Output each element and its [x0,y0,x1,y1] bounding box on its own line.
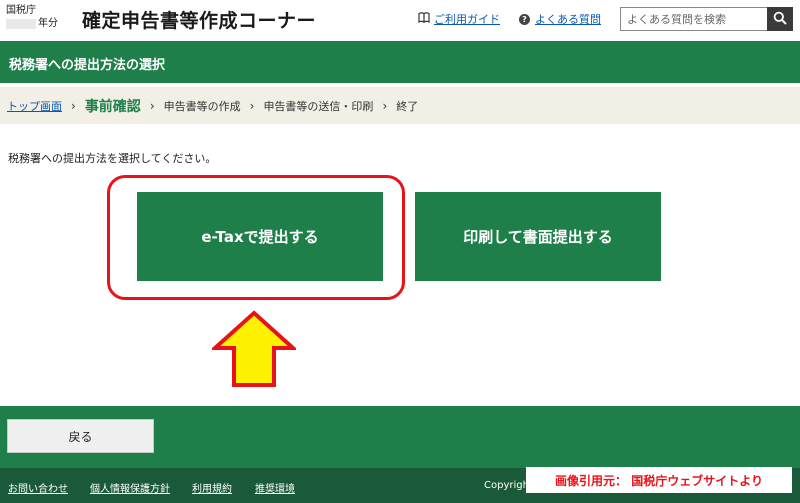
year-suffix: 年分 [38,18,58,29]
faq-search-input[interactable] [620,7,768,31]
agency-name: 国税庁 [6,5,36,16]
breadcrumb-step-create: 申告書等の作成 [163,99,241,113]
breadcrumb-current: 事前確認 [84,98,141,115]
print-submit-button[interactable]: 印刷して書面提出する [415,192,661,281]
back-button[interactable]: 戻る [7,419,154,453]
up-arrow-icon [212,310,296,387]
faq-link[interactable]: ? よくある質問 [519,11,601,27]
breadcrumb: トップ画面 › 事前確認 › 申告書等の作成 › 申告書等の送信・印刷 › 終了 [0,87,800,124]
image-credit: 画像引用元： 国税庁ウェブサイトより [526,467,792,493]
instruction-text: 税務署への提出方法を選択してください。 [8,152,217,165]
page: 国税庁 年分 確定申告書等作成コーナー ご利用ガイド ? よくある質問 税務署へ… [0,0,800,503]
book-icon [418,12,430,26]
breadcrumb-step-end: 終了 [396,99,419,113]
chevron-right-icon: › [249,98,255,113]
chevron-right-icon: › [382,98,388,113]
question-icon: ? [519,13,530,25]
chevron-right-icon: › [149,98,155,113]
footer-link-environment[interactable]: 推奨環境 [255,480,295,495]
footer-link-terms[interactable]: 利用規約 [192,480,232,495]
agency-logo: 国税庁 年分 [6,4,58,30]
search-button[interactable] [767,7,793,31]
app-title: 確定申告書等作成コーナー [82,10,317,32]
chevron-right-icon: › [71,98,76,113]
guide-link-label: ご利用ガイド [434,13,500,26]
title-bar: 税務署への提出方法の選択 [0,41,800,83]
year-field [6,18,36,29]
breadcrumb-step-send: 申告書等の送信・印刷 [263,99,374,113]
guide-link[interactable]: ご利用ガイド [418,11,500,27]
faq-link-label: よくある質問 [535,13,601,26]
etax-submit-button[interactable]: e-Taxで提出する [137,192,383,281]
footer-link-contact[interactable]: お問い合わせ [8,480,68,495]
header: 国税庁 年分 確定申告書等作成コーナー ご利用ガイド ? よくある質問 [0,0,800,40]
page-title: 税務署への提出方法の選択 [9,58,166,73]
search-icon [773,10,787,29]
footer-link-privacy[interactable]: 個人情報保護方針 [90,480,170,495]
breadcrumb-top[interactable]: トップ画面 [7,98,62,114]
